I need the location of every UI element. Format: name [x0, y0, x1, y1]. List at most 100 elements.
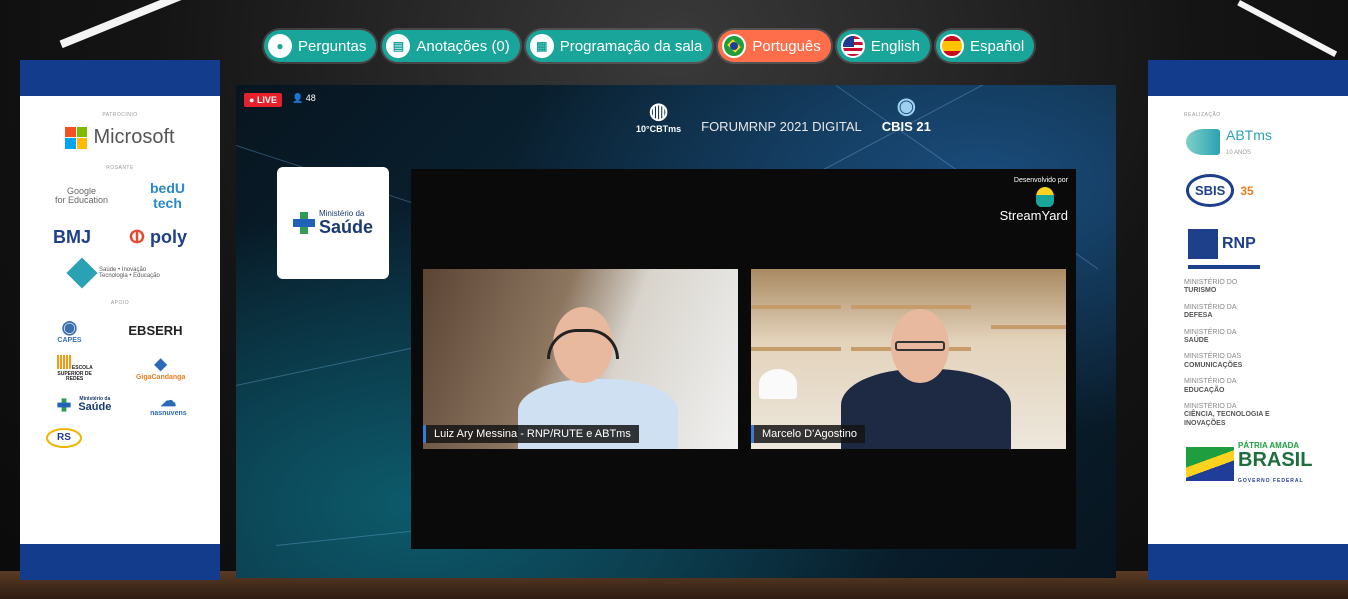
ministries-list: MINISTÉRIO DO TURISMO MINISTÉRIO DA DEFESA…: [1148, 279, 1348, 428]
abtms-label: ABTms: [1226, 127, 1272, 143]
top-nav: ● Perguntas ▤ Anotações (0) ▦ Programaçã…: [264, 30, 1035, 62]
microsoft-label: Microsoft: [93, 126, 175, 148]
lang-english-button[interactable]: English: [836, 30, 930, 62]
lamp: [759, 369, 797, 399]
stripes-icon: [56, 355, 71, 370]
ministry-line1: MINISTÉRIO DA: [1184, 328, 1237, 336]
notes-icon: ▤: [386, 34, 411, 58]
ministry-line2: COMUNICAÇÕES: [1184, 361, 1243, 369]
shelf: [751, 305, 841, 309]
rnp-logo: RNP: [1188, 229, 1348, 259]
ebserh-logo: EBSERH: [128, 323, 183, 339]
speaker-nameplate: Luiz Ary Messina - RNP/RUTE e ABTms: [423, 425, 639, 443]
poly-icon: ⵀ: [128, 226, 150, 247]
section-label: ROSANTE: [106, 165, 134, 171]
capes-logo: ◉ CAPES: [57, 316, 82, 345]
streamyard-bird-icon: [1036, 187, 1054, 207]
viewer-count: 👤 48: [292, 93, 316, 104]
rnp-bar: [1188, 265, 1260, 269]
lang-portuguese-button[interactable]: Português: [718, 30, 831, 62]
rnp-icon: [1188, 229, 1218, 259]
cross-icon: [57, 398, 71, 412]
ministry-item: MINISTÉRIO DA EDUCAÇÃO: [1148, 378, 1348, 395]
video-tile[interactable]: Luiz Ary Messina - RNP/RUTE e ABTms: [423, 269, 738, 449]
brazil-flag-icon: [722, 34, 747, 58]
cloud-icon: ☁: [160, 392, 177, 410]
cross-icon: [292, 212, 315, 234]
schedule-button[interactable]: ▦ Programação da sala: [525, 30, 713, 62]
lang-spanish-button[interactable]: Español: [935, 30, 1035, 62]
ministry-line1: MINISTÉRIO DA: [1184, 378, 1237, 386]
ministry-item: MINISTÉRIO DO TURISMO: [1148, 279, 1348, 296]
patria-amada-brasil-logo: PÁTRIA AMADA BRASIL GOVERNO FEDERAL: [1186, 442, 1348, 486]
shelf: [851, 305, 971, 309]
notes-label: Anotações (0): [416, 37, 510, 55]
bedu-sub-label: tech: [153, 195, 182, 212]
schedule-label: Programação da sala: [559, 37, 703, 55]
ministry-item: MINISTÉRIO DAS COMUNICAÇÕES: [1148, 353, 1348, 370]
calendar-icon: ▦: [529, 34, 554, 58]
ministry-item: MINISTÉRIO DA SAÚDE: [1148, 329, 1348, 346]
support-row: ESCOLA SUPERIOR DE REDES ◆ GigaCandanga: [20, 355, 220, 383]
live-label: LIVE: [256, 95, 277, 105]
live-badge: ● LIVE: [244, 93, 282, 107]
ministry-item: MINISTÉRIO DA DEFESA: [1148, 304, 1348, 321]
questions-label: Perguntas: [298, 37, 367, 55]
chat-icon: ●: [268, 34, 292, 58]
eye-icon: ◉: [61, 316, 78, 337]
cbtms-logo: ◍ 10°CBTms: [636, 98, 681, 134]
rnp-label: RNP: [1222, 235, 1256, 252]
ministry-line1: MINISTÉRIO DO: [1184, 279, 1238, 286]
abtms-logo: ABTms 10 ANOS: [1186, 128, 1348, 156]
ministry-line2: SAÚDE: [1184, 336, 1209, 344]
nasnuvens-logo: ☁ nasnuvens: [150, 393, 187, 418]
abtms-icon: [1186, 129, 1220, 155]
poly-logo: ⵀ poly: [128, 226, 187, 248]
notes-button[interactable]: ▤ Anotações (0): [382, 30, 520, 62]
section-label: APOIO: [110, 299, 130, 306]
ministry-line2: TURISMO: [1184, 287, 1217, 295]
person-icon: 👤: [292, 93, 304, 103]
ministerio-saude-small-logo: Ministério da Saúde: [53, 394, 111, 416]
ministerio-saude-card: Ministério da Saúde: [277, 167, 389, 279]
ministry-line1: MINISTÉRIO DA: [1184, 303, 1237, 311]
patria-line3: GOVERNO FEDERAL: [1238, 478, 1304, 485]
microsoft-logo: Microsoft: [20, 126, 220, 149]
diamond-icon: ◆: [154, 356, 167, 374]
ministry-line2: EDUCAÇÃO: [1184, 386, 1225, 394]
sbis-logo: SBIS 35: [1186, 174, 1348, 207]
ms-small-line2: Saúde: [78, 401, 112, 414]
diamond-icon: [66, 257, 98, 289]
shelf: [991, 325, 1066, 329]
shelf: [751, 347, 841, 351]
poly-label: poly: [149, 226, 187, 247]
us-flag-icon: [840, 34, 865, 58]
main-screen: ● LIVE 👤 48 ◍ 10°CBTms FORUMRNP 2021 DIGI…: [236, 85, 1116, 578]
sbis-label: SBIS: [1186, 174, 1235, 207]
viewer-count-label: 48: [305, 93, 316, 103]
section-label: PATROCINIO: [102, 112, 138, 118]
sponsor-row: BMJ ⵀ poly: [20, 226, 220, 248]
microsoft-icon: [65, 126, 88, 149]
figure-icon: ◉: [896, 93, 916, 118]
stage-beam: [59, 0, 230, 49]
capes-label: CAPES: [57, 337, 82, 345]
right-sponsor-banner: REALIZAÇÃO ABTms 10 ANOS SBIS 35 RNP MINI…: [1148, 60, 1348, 580]
speaker-nameplate: Marcelo D'Agostino: [751, 425, 866, 443]
google-sub-label: for Education: [54, 195, 109, 206]
spanish-label: Español: [969, 37, 1025, 55]
stage-beam: [1237, 0, 1338, 57]
cbis-label: CBIS 21: [881, 119, 931, 134]
questions-button[interactable]: ● Perguntas: [264, 30, 377, 62]
developed-by-label: Desenvolvido por: [1013, 177, 1068, 184]
glasses-icon: [895, 341, 945, 351]
left-sponsor-banner: PATROCINIO Microsoft ROSANTE Google for …: [20, 60, 220, 580]
forumrnp-logo: FORUMRNP 2021 DIGITAL: [701, 119, 862, 134]
bmj-logo: BMJ: [52, 226, 91, 247]
gigacandanga-label: GigaCandanga: [135, 373, 186, 381]
bedu-tech-logo: bedU tech: [150, 180, 185, 212]
support-row: ◉ CAPES EBSERH: [20, 316, 220, 345]
video-tile[interactable]: Marcelo D'Agostino: [751, 269, 1066, 449]
english-label: English: [870, 37, 920, 55]
sbis-years: 35: [1240, 183, 1254, 198]
